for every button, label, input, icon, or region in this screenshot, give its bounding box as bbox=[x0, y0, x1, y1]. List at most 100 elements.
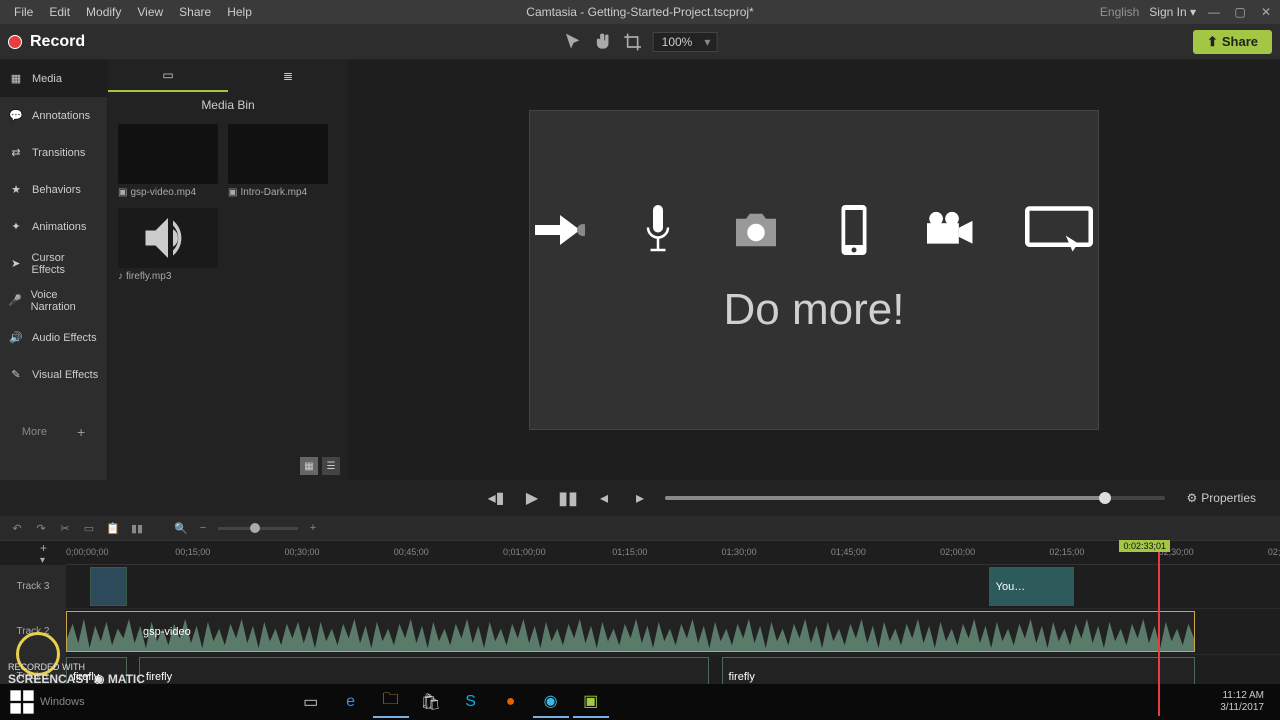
sign-in-button[interactable]: Sign In ▾ bbox=[1149, 5, 1196, 19]
clip-intro[interactable] bbox=[90, 567, 126, 606]
track-header[interactable]: Track 3 bbox=[0, 565, 66, 608]
play-button[interactable]: ▶ bbox=[521, 487, 543, 509]
timeline-toolbar: ↶ ↷ ✂ ▭ 📋 ▮▮ 🔍 − + bbox=[0, 516, 1280, 540]
media-icon: ▦ bbox=[8, 71, 24, 87]
sidebar-item-animations[interactable]: ✦Animations bbox=[0, 208, 107, 245]
language-indicator[interactable]: English bbox=[1100, 5, 1139, 19]
firefox-icon[interactable]: ● bbox=[493, 686, 529, 718]
sidebar-item-visual-effects[interactable]: ✎Visual Effects bbox=[0, 356, 107, 393]
store-icon[interactable]: 🛍 bbox=[413, 686, 449, 718]
sidebar-item-behaviors[interactable]: ★Behaviors bbox=[0, 171, 107, 208]
copy-button[interactable]: ▭ bbox=[82, 521, 96, 535]
behaviors-icon: ★ bbox=[8, 182, 24, 198]
media-item-intro-dark[interactable]: ▣Intro-Dark.mp4 bbox=[228, 124, 328, 198]
sidebar-label: Audio Effects bbox=[32, 332, 97, 344]
media-item-gsp-video[interactable]: ▣gsp-video.mp4 bbox=[118, 124, 218, 198]
sidebar-label: Voice Narration bbox=[31, 289, 99, 313]
timeline-zoom-slider[interactable] bbox=[218, 527, 298, 530]
step-back-button[interactable]: ◂ bbox=[593, 487, 615, 509]
menu-file[interactable]: File bbox=[6, 2, 41, 22]
skype-icon[interactable]: S bbox=[453, 686, 489, 718]
sidebar-label: Visual Effects bbox=[32, 369, 98, 381]
paste-button[interactable]: 📋 bbox=[106, 521, 120, 535]
sidebar-item-annotations[interactable]: 💬Annotations bbox=[0, 97, 107, 134]
animations-icon: ✦ bbox=[8, 219, 24, 235]
sidebar-item-audio-effects[interactable]: 🔊Audio Effects bbox=[0, 319, 107, 356]
ruler-tick: 02;45;00 bbox=[1268, 547, 1280, 557]
pause-button[interactable]: ▮▮ bbox=[557, 487, 579, 509]
taskview-icon[interactable]: ▭ bbox=[293, 686, 329, 718]
clip-label: You… bbox=[996, 581, 1026, 593]
media-tab-bin[interactable]: ▭ bbox=[108, 60, 228, 92]
menu-share[interactable]: Share bbox=[171, 2, 219, 22]
prev-frame-button[interactable]: ◂▮ bbox=[485, 487, 507, 509]
track-2[interactable]: Track 2 gsp-video bbox=[0, 609, 1280, 655]
properties-button[interactable]: ⚙ Properties bbox=[1179, 489, 1264, 507]
sidebar-item-cursor-effects[interactable]: ➤Cursor Effects bbox=[0, 245, 107, 282]
add-tool-button[interactable]: + bbox=[77, 424, 85, 440]
taskbar-search[interactable]: Windows bbox=[40, 696, 85, 708]
grid-view-button[interactable]: ▦ bbox=[300, 457, 318, 475]
somatic-icon[interactable]: ◉ bbox=[533, 686, 569, 718]
audio-thumb-icon bbox=[118, 208, 218, 268]
cursor-effects-icon: ➤ bbox=[8, 256, 24, 272]
maximize-button[interactable]: ▢ bbox=[1232, 4, 1248, 20]
menu-bar: File Edit Modify View Share Help Camtasi… bbox=[0, 0, 1280, 24]
step-forward-button[interactable]: ▸ bbox=[629, 487, 651, 509]
canvas-area: Do more! bbox=[348, 60, 1280, 480]
playhead[interactable]: 0:02:33;01 bbox=[1158, 541, 1160, 716]
crop-tool-icon[interactable] bbox=[623, 32, 643, 52]
clip-label: gsp-video bbox=[143, 626, 191, 638]
playback-scrubber[interactable] bbox=[665, 496, 1165, 500]
hand-tool-icon[interactable] bbox=[593, 32, 613, 52]
zoom-select[interactable]: 100% bbox=[653, 32, 718, 52]
media-tab-library[interactable]: ≣ bbox=[228, 60, 348, 92]
properties-label: Properties bbox=[1201, 491, 1256, 505]
sidebar-item-voice-narration[interactable]: 🎤Voice Narration bbox=[0, 282, 107, 319]
edge-icon[interactable]: e bbox=[333, 686, 369, 718]
close-button[interactable]: ✕ bbox=[1258, 4, 1274, 20]
preview-canvas[interactable]: Do more! bbox=[529, 110, 1099, 430]
explorer-icon[interactable]: 🗀 bbox=[373, 686, 409, 718]
add-track-button[interactable]: + bbox=[6, 541, 56, 555]
annotations-icon: 💬 bbox=[8, 108, 24, 124]
library-icon: ≣ bbox=[283, 69, 293, 83]
split-button[interactable]: ▮▮ bbox=[130, 521, 144, 535]
menu-edit[interactable]: Edit bbox=[41, 2, 78, 22]
redo-button[interactable]: ↷ bbox=[34, 521, 48, 535]
undo-button[interactable]: ↶ bbox=[10, 521, 24, 535]
sidebar-item-transitions[interactable]: ⇄Transitions bbox=[0, 134, 107, 171]
menu-modify[interactable]: Modify bbox=[78, 2, 129, 22]
track-3[interactable]: Track 3 You… bbox=[0, 565, 1280, 609]
minimize-button[interactable]: — bbox=[1206, 4, 1222, 20]
cut-button[interactable]: ✂ bbox=[58, 521, 72, 535]
cursor-tool-icon[interactable] bbox=[563, 32, 583, 52]
clip-you[interactable]: You… bbox=[989, 567, 1074, 606]
camtasia-icon[interactable]: ▣ bbox=[573, 686, 609, 718]
timeline-ruler[interactable]: 0;00;00;00 00;15;00 00;30;00 00;45;00 0;… bbox=[66, 541, 1280, 565]
ruler-tick: 02;00;00 bbox=[940, 547, 975, 557]
media-item-label: firefly.mp3 bbox=[126, 271, 171, 282]
clip-gsp-video[interactable]: gsp-video bbox=[66, 611, 1195, 652]
scrubber-handle[interactable] bbox=[1099, 492, 1111, 504]
audio-icon: ♪ bbox=[118, 271, 123, 282]
menu-view[interactable]: View bbox=[129, 2, 171, 22]
clip-label: firefly bbox=[73, 671, 99, 683]
share-button[interactable]: ⬆ Share bbox=[1193, 30, 1272, 54]
sidebar-more-button[interactable]: More bbox=[22, 426, 47, 438]
ruler-tick: 00;45;00 bbox=[394, 547, 429, 557]
track-menu-button[interactable]: ▾ bbox=[6, 555, 56, 566]
list-view-button[interactable]: ☰ bbox=[322, 457, 340, 475]
record-label: Record bbox=[30, 33, 85, 51]
zoom-search-icon: 🔍 bbox=[174, 521, 188, 535]
sidebar-item-media[interactable]: ▦Media bbox=[0, 60, 107, 97]
record-button[interactable]: Record bbox=[8, 33, 85, 51]
menu-help[interactable]: Help bbox=[219, 2, 260, 22]
zoom-in-button[interactable]: + bbox=[306, 521, 320, 535]
phone-icon bbox=[829, 205, 879, 255]
canvas-headline: Do more! bbox=[724, 285, 905, 335]
system-clock[interactable]: 11:12 AM 3/11/2017 bbox=[1212, 690, 1272, 714]
zoom-out-button[interactable]: − bbox=[196, 521, 210, 535]
media-item-firefly[interactable]: ♪firefly.mp3 bbox=[118, 208, 218, 282]
start-button[interactable] bbox=[8, 688, 36, 716]
